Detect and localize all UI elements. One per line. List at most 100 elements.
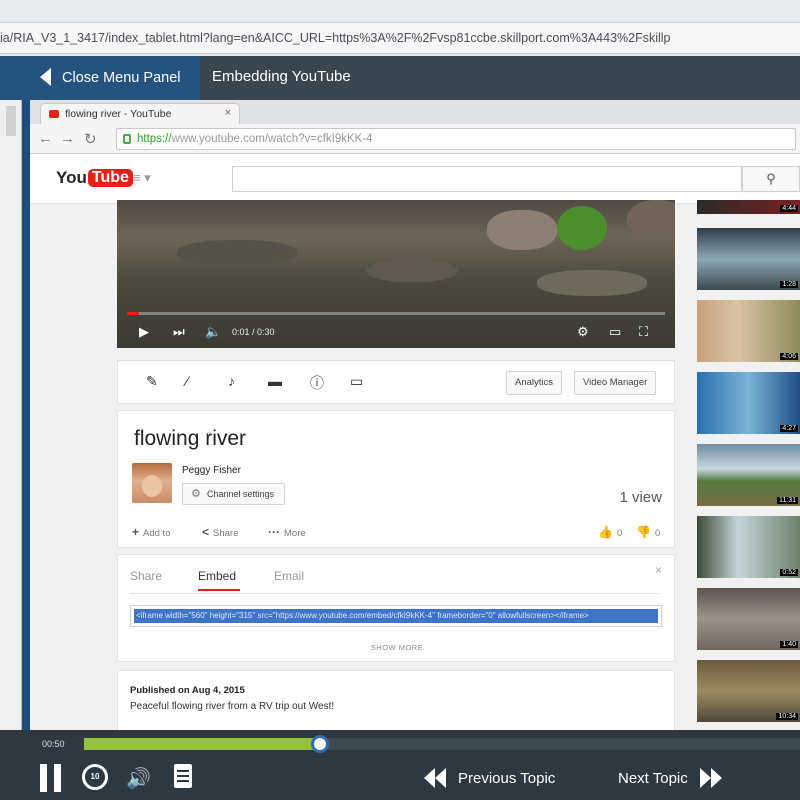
related-video-thumbnail[interactable]: 11:31 (697, 444, 800, 506)
analytics-button[interactable]: Analytics (506, 371, 563, 395)
chevron-left-icon (40, 68, 51, 86)
tab-share[interactable]: Share (130, 569, 162, 583)
captions-icon[interactable]: ▭ (350, 373, 363, 390)
show-more-link[interactable]: SHOW MORE (118, 643, 676, 652)
pause-icon[interactable] (40, 764, 64, 792)
share-button[interactable]: < Share (202, 525, 238, 539)
fullscreen-icon[interactable]: ⛶ (639, 324, 648, 340)
duration-badge: 1:40 (780, 641, 798, 648)
forward-arrow-icon[interactable]: → (60, 130, 75, 147)
video-actions-row: + Add to < Share ··· More 👍 0 👎 0 (132, 525, 662, 543)
related-video-thumbnail[interactable]: 1:28 (697, 228, 800, 290)
topic-title: Embedding YouTube (212, 68, 351, 85)
double-chevron-right-icon (699, 768, 722, 788)
divider (130, 593, 660, 594)
settings-gear-icon[interactable]: ⚙ (577, 324, 589, 340)
reload-icon[interactable]: ↻ (84, 130, 97, 148)
inner-address-bar[interactable]: https:// www.youtube.com/watch?v=cfkI9kK… (116, 128, 796, 150)
rock-shape (537, 270, 647, 296)
channel-settings-button[interactable]: ⚙ Channel settings (182, 483, 286, 505)
menu-panel-scroll[interactable] (0, 100, 22, 730)
related-video-thumbnail[interactable]: 0:52 (697, 516, 800, 578)
dislike-button[interactable]: 👎 0 (636, 525, 660, 539)
avatar[interactable] (132, 463, 172, 503)
more-button[interactable]: ··· More (268, 525, 306, 539)
next-topic-button[interactable]: Next Topic (618, 766, 722, 790)
audio-note-icon[interactable]: ♪ (228, 373, 235, 389)
related-video-thumbnail[interactable]: 4:06 (697, 300, 800, 362)
transcript-icon[interactable] (174, 764, 192, 788)
youtube-favicon-icon (49, 110, 59, 118)
volume-icon[interactable]: 🔊 (126, 766, 151, 791)
tab-close-icon[interactable]: × (225, 107, 231, 119)
duration-badge: 0:52 (780, 569, 798, 576)
outer-browser-chrome: ia/RIA_V3_1_3417/index_tablet.html?lang=… (0, 0, 800, 56)
related-video-thumbnail[interactable]: 4:44 (697, 200, 800, 214)
enhancements-wand-icon[interactable]: ⁄ (186, 373, 188, 389)
url-path: www.youtube.com/watch?v=cfkI9kKK-4 (171, 133, 373, 145)
video-progress-bar[interactable] (127, 312, 665, 315)
transcript-line (177, 780, 189, 782)
rock-shape (177, 240, 297, 266)
outer-address-text[interactable]: ia/RIA_V3_1_3417/index_tablet.html?lang=… (0, 31, 671, 45)
description-card: Published on Aug 4, 2015 Peaceful flowin… (117, 670, 675, 730)
tab-embed[interactable]: Embed (198, 569, 236, 583)
embed-code-selection[interactable]: <iframe width="560" height="315" src="ht… (134, 609, 658, 623)
youtube-logo[interactable]: You Tube (56, 168, 133, 188)
replay-icon[interactable]: 10 (82, 764, 108, 790)
outer-address-bar[interactable]: ia/RIA_V3_1_3417/index_tablet.html?lang=… (0, 22, 800, 54)
video-edit-toolbar: ✎ ⁄ ♪ ▬ ⓘ ▭ Analytics Video Manager (117, 360, 675, 404)
close-icon[interactable]: × (655, 563, 662, 577)
add-to-button[interactable]: + Add to (132, 525, 170, 539)
volume-icon[interactable]: 🔈 (205, 324, 221, 340)
seek-handle[interactable] (311, 735, 329, 753)
share-label: Share (213, 528, 239, 539)
triangle-right (699, 768, 711, 788)
video-progress-played (127, 312, 139, 315)
related-video-thumbnail[interactable]: 10:34 (697, 660, 800, 722)
info-icon[interactable]: ⓘ (310, 373, 324, 393)
like-button[interactable]: 👍 0 (598, 525, 622, 539)
duration-badge: 10:34 (776, 713, 798, 720)
double-chevron-left-icon (424, 768, 446, 788)
related-video-thumbnail[interactable]: 4:27 (697, 372, 800, 434)
lesson-video-screen: flowing river - YouTube × ← → ↻ https://… (30, 100, 800, 730)
duration-badge: 1:28 (780, 281, 798, 288)
scrollbar-thumb[interactable] (6, 106, 16, 136)
seek-bar[interactable] (84, 735, 800, 753)
close-menu-panel-label: Close Menu Panel (62, 70, 181, 86)
pause-bar (54, 764, 61, 792)
channel-settings-label: Channel settings (207, 489, 275, 499)
guide-menu-icon[interactable]: ≡ ▾ (133, 170, 151, 186)
video-manager-button[interactable]: Video Manager (574, 371, 657, 395)
moss-shape (557, 206, 607, 250)
related-video-thumbnail[interactable]: 1:40 (697, 588, 800, 650)
lock-icon (123, 134, 131, 144)
play-icon[interactable]: ▶ (139, 324, 149, 340)
video-player[interactable]: ▶ ⏭ 🔈 0:01 / 0:30 ⚙ ▭ ⛶ (117, 200, 675, 348)
view-count: 1 view (619, 489, 662, 506)
annotations-icon[interactable]: ▬ (268, 373, 282, 389)
theater-mode-icon[interactable]: ▭ (609, 324, 621, 340)
publish-date: Published on Aug 4, 2015 (130, 685, 245, 696)
pause-bar (40, 764, 47, 792)
inner-tab-strip: flowing river - YouTube × (30, 100, 800, 124)
inner-browser-tab[interactable]: flowing river - YouTube × (40, 103, 240, 124)
next-video-icon[interactable]: ⏭ (173, 324, 185, 340)
thumbs-up-icon: 👍 (598, 525, 613, 539)
back-arrow-icon[interactable]: ← (38, 130, 53, 147)
share-panel: Share Embed Email × <iframe width="560" … (117, 554, 675, 662)
menu-panel-rail (0, 100, 30, 730)
embed-code-field[interactable]: <iframe width="560" height="315" src="ht… (130, 605, 662, 627)
more-label: More (284, 528, 306, 539)
uploader-name[interactable]: Peggy Fisher (182, 465, 241, 476)
close-menu-panel-button[interactable]: Close Menu Panel (0, 56, 200, 100)
youtube-search-input[interactable] (232, 166, 742, 192)
logo-you: You (56, 168, 87, 187)
previous-topic-button[interactable]: Previous Topic (424, 766, 555, 790)
tab-email[interactable]: Email (274, 569, 304, 583)
edit-pencil-icon[interactable]: ✎ (146, 373, 158, 390)
like-count: 0 (616, 528, 623, 539)
player-control-bar: 00:50 10 🔊 Previous Topic Next Topic (0, 730, 800, 800)
search-icon[interactable]: ⚲ (742, 166, 800, 192)
